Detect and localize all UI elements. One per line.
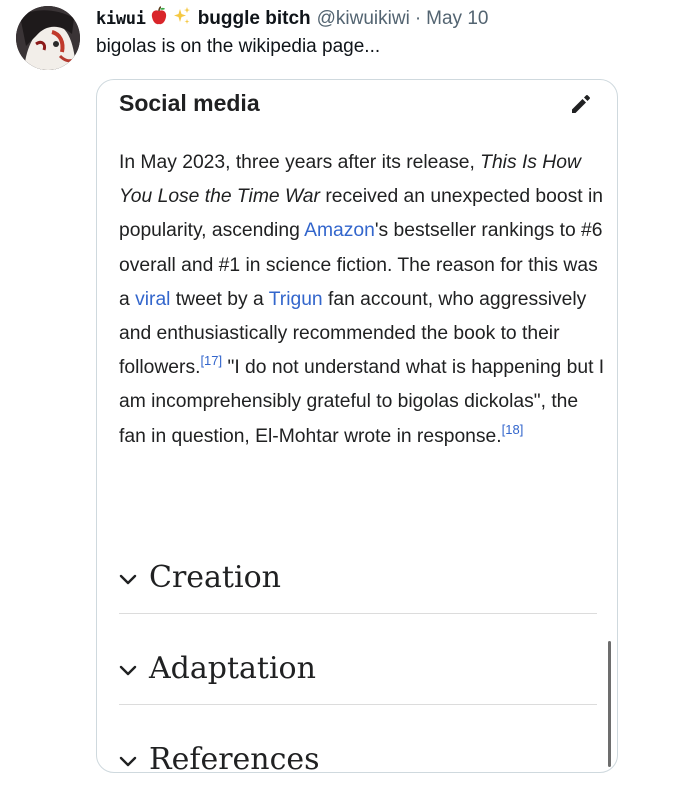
section-references[interactable]: References	[119, 722, 597, 773]
avatar-image	[16, 6, 80, 70]
section-label: Creation	[149, 560, 281, 595]
display-name-prefix[interactable]: kiwui	[96, 9, 146, 29]
sparkles-emoji-icon	[172, 6, 192, 32]
scrollbar[interactable]	[608, 641, 611, 767]
link-trigun[interactable]: Trigun	[269, 289, 323, 310]
divider	[119, 613, 597, 614]
section-creation[interactable]: Creation	[119, 540, 597, 630]
section-adaptation[interactable]: Adaptation	[119, 631, 597, 721]
chevron-down-icon	[119, 665, 137, 676]
citation-18[interactable]: [18]	[502, 422, 524, 437]
section-label: References	[149, 742, 320, 773]
paragraph-text: tweet by a	[170, 288, 269, 310]
tweet-header: kiwui buggle bitch @kiwuikiwi · May 10	[96, 6, 488, 32]
display-name[interactable]: buggle bitch	[198, 8, 311, 30]
section-label: Adaptation	[149, 651, 316, 686]
divider	[119, 704, 597, 705]
tweet-date[interactable]: May 10	[426, 8, 488, 30]
avatar[interactable]	[16, 6, 80, 70]
section-title: Social media	[119, 90, 260, 116]
separator-dot: ·	[414, 8, 422, 29]
edit-pencil-icon[interactable]	[567, 90, 595, 118]
chevron-down-icon	[119, 756, 137, 767]
chevron-down-icon	[119, 574, 137, 585]
username[interactable]: @kiwuikiwi	[317, 8, 410, 30]
tweet-text: bigolas is on the wikipedia page...	[96, 36, 381, 57]
citation-17[interactable]: [17]	[200, 353, 222, 368]
article-paragraph: In May 2023, three years after its relea…	[119, 146, 609, 454]
apple-emoji-icon	[149, 6, 169, 32]
attached-image-card[interactable]: Social media In May 2023, three years af…	[96, 79, 618, 773]
link-amazon[interactable]: Amazon	[304, 220, 375, 241]
paragraph-text: In May 2023, three years after its relea…	[119, 152, 481, 173]
link-viral[interactable]: viral	[135, 289, 170, 310]
